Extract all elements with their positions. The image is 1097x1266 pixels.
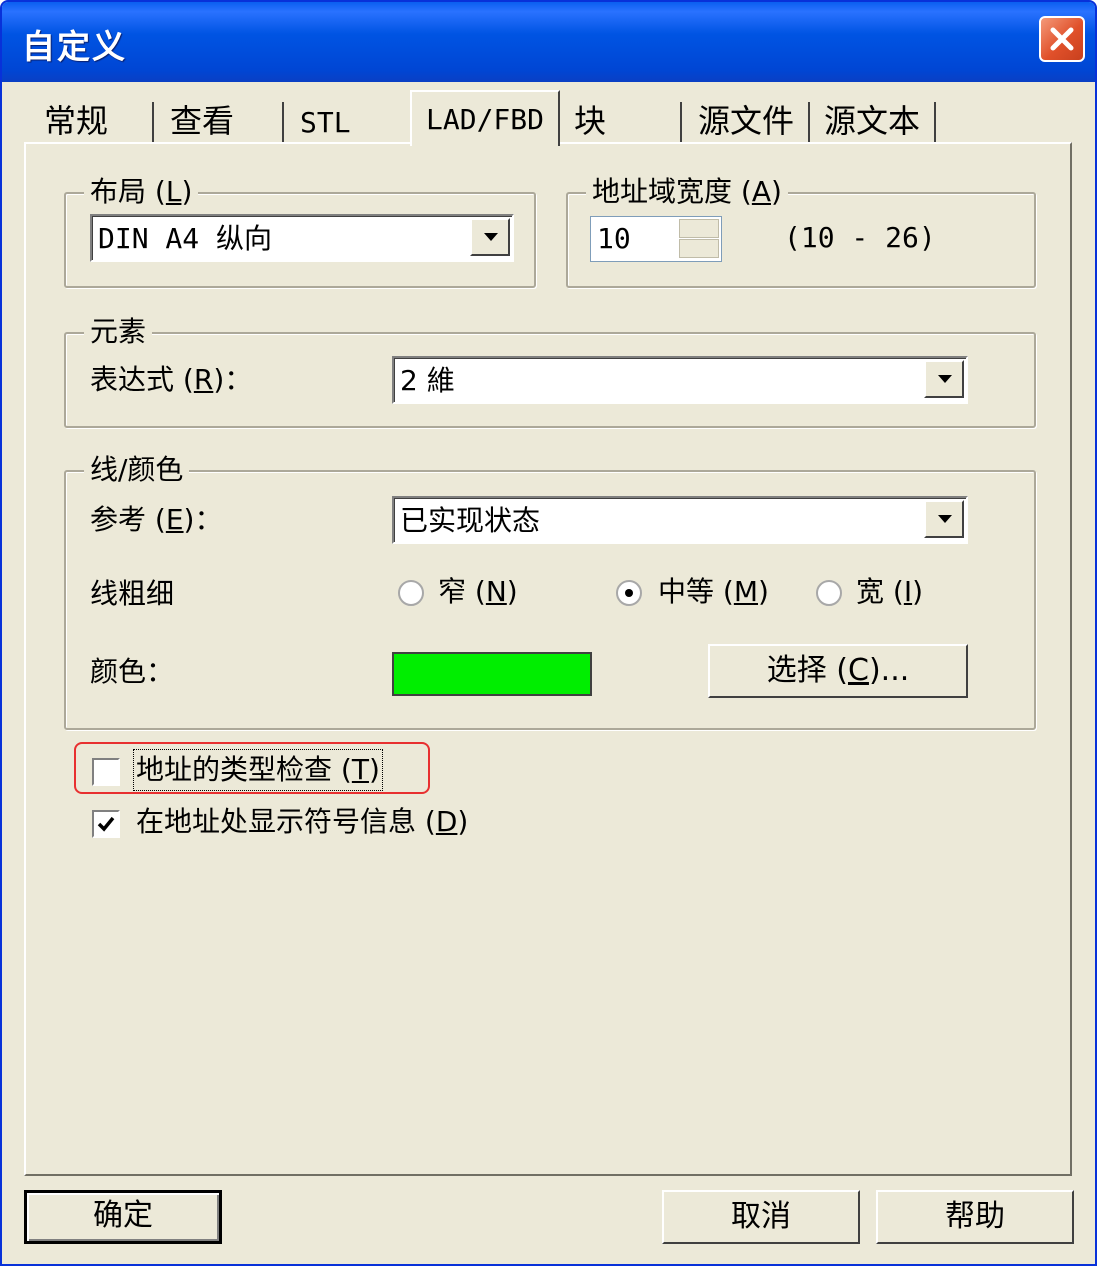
choose-color-button[interactable]: 选择 (C)... bbox=[708, 644, 968, 698]
cancel-button[interactable]: 取消 bbox=[662, 1190, 860, 1244]
tab-label: 源文件 bbox=[698, 102, 795, 140]
layout-dropdown[interactable]: DIN A4 纵向 bbox=[90, 214, 514, 262]
radio-narrow-label[interactable]: 窄 (N) bbox=[438, 574, 518, 610]
address-width-value: 10 bbox=[597, 222, 631, 255]
type-check-label[interactable]: 地址的类型检查 (T) bbox=[133, 749, 383, 791]
tab-label: 查看 bbox=[170, 102, 235, 140]
address-width-range: (10 - 26) bbox=[784, 221, 936, 254]
show-symbol-info-label[interactable]: 在地址处显示符号信息 (D) bbox=[136, 804, 468, 840]
close-icon bbox=[1050, 27, 1074, 51]
layout-value: DIN A4 纵向 bbox=[98, 222, 273, 255]
reference-dropdown[interactable]: 已实现状态 bbox=[392, 496, 968, 544]
spin-up-button[interactable] bbox=[679, 219, 719, 238]
title-bar[interactable]: 自定义 bbox=[2, 2, 1095, 82]
reference-label: 参考 (E)： bbox=[90, 503, 223, 536]
tab-label: 块 bbox=[574, 102, 607, 140]
reference-value: 已实现状态 bbox=[400, 504, 541, 537]
close-button[interactable] bbox=[1039, 16, 1085, 62]
tab-label: STL bbox=[300, 106, 351, 139]
representation-label: 表达式 (R)： bbox=[90, 363, 253, 396]
checkmark-icon bbox=[97, 816, 115, 832]
show-symbol-info-checkbox[interactable] bbox=[92, 810, 120, 838]
address-width-legend: 地址域宽度 (A) bbox=[586, 174, 788, 210]
radio-narrow[interactable] bbox=[398, 580, 424, 606]
tab-view[interactable]: 查看 bbox=[156, 98, 284, 144]
representation-dropdown[interactable]: 2 維 bbox=[392, 356, 968, 404]
tab-label: LAD/FBD bbox=[426, 103, 545, 136]
radio-wide-label[interactable]: 宽 (I) bbox=[856, 574, 923, 610]
chevron-down-icon bbox=[938, 515, 952, 523]
tab-general[interactable]: 常规 bbox=[30, 98, 154, 144]
elements-legend: 元素 bbox=[84, 314, 153, 350]
tab-label: 常规 bbox=[44, 102, 109, 140]
representation-value: 2 維 bbox=[400, 364, 455, 397]
customize-dialog: 自定义 常规 查看 STL LAD/FBD 块 源文件 源文本 布局 (L) D… bbox=[0, 0, 1097, 1266]
lines-colors-legend: 线/颜色 bbox=[84, 452, 190, 488]
chevron-down-icon bbox=[484, 233, 498, 241]
type-check-checkbox[interactable] bbox=[92, 758, 120, 786]
tab-lad-fbd[interactable]: LAD/FBD bbox=[410, 90, 560, 146]
dropdown-button[interactable] bbox=[470, 218, 510, 256]
dropdown-button[interactable] bbox=[924, 500, 964, 538]
layout-legend: 布局 (L) bbox=[84, 174, 199, 210]
address-width-spinner[interactable]: 10 bbox=[590, 216, 722, 262]
window-title: 自定义 bbox=[22, 27, 127, 66]
tab-block[interactable]: 块 bbox=[560, 98, 682, 144]
tab-stl[interactable]: STL bbox=[286, 98, 406, 144]
color-swatch bbox=[392, 652, 592, 696]
radio-medium-label[interactable]: 中等 (M) bbox=[658, 574, 769, 610]
spin-down-button[interactable] bbox=[679, 239, 719, 258]
ok-button[interactable]: 确定 bbox=[24, 1190, 222, 1244]
chevron-down-icon bbox=[938, 375, 952, 383]
radio-medium[interactable] bbox=[616, 580, 642, 606]
radio-wide[interactable] bbox=[816, 580, 842, 606]
tab-label: 源文本 bbox=[824, 102, 921, 140]
tab-strip: 常规 查看 STL LAD/FBD 块 源文件 源文本 bbox=[30, 90, 1080, 146]
color-label: 颜色： bbox=[90, 655, 175, 688]
dropdown-button[interactable] bbox=[924, 360, 964, 398]
tab-source-text[interactable]: 源文本 bbox=[810, 98, 936, 144]
tab-source-file[interactable]: 源文件 bbox=[684, 98, 810, 144]
line-thickness-label: 线粗细 bbox=[90, 577, 175, 610]
help-button[interactable]: 帮助 bbox=[876, 1190, 1074, 1244]
